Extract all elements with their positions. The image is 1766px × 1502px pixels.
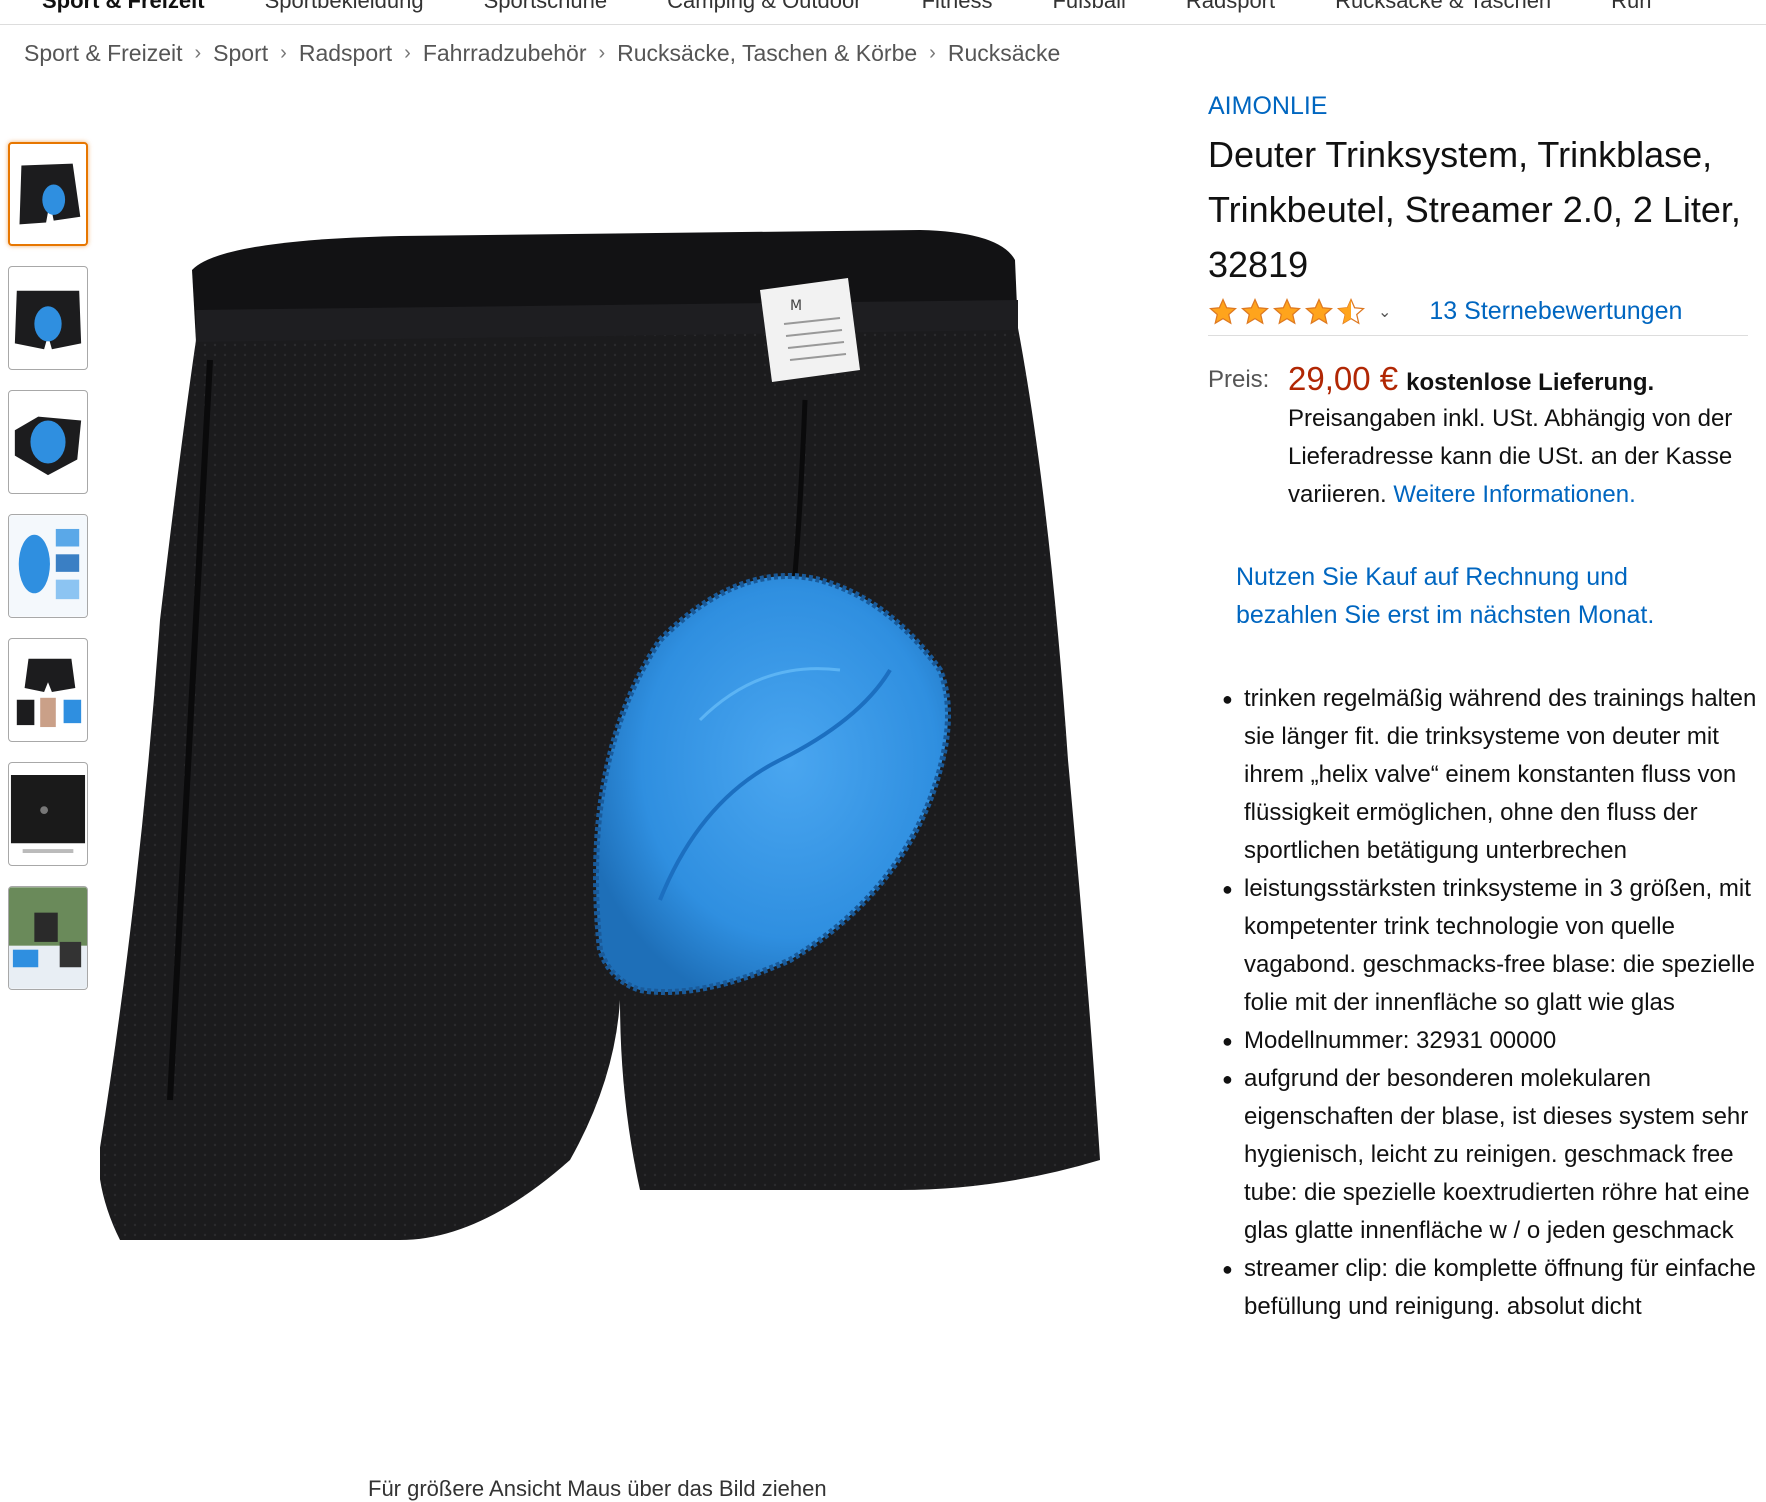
bullet-dot: ● (1222, 1031, 1233, 1051)
thumbnail-shorts-front[interactable] (8, 142, 88, 246)
bullet-dot: ● (1222, 1259, 1233, 1279)
ratings-count-link[interactable]: 13 Sternebewertungen (1429, 297, 1682, 326)
list-item: ● aufgrund der besonderen molekularen ei… (1222, 1060, 1762, 1250)
bullet-dot: ● (1222, 879, 1233, 899)
list-item: ● trinken regelmäßig während des trainin… (1222, 680, 1762, 870)
nav-item-fussball[interactable]: Fußball (1052, 0, 1125, 16)
product-info: AIMONLIE Deuter Trinksystem, Trinkblase,… (1208, 92, 1758, 1326)
breadcrumb-fahrradzubehoer[interactable]: Fahrradzubehör (423, 40, 587, 67)
nav-item-run[interactable]: Run (1611, 0, 1651, 16)
chevron-right-icon: › (598, 42, 606, 64)
price-block: Preis: 29,00 € kostenlose Lieferung. Pre… (1208, 360, 1758, 514)
star-icon (1208, 297, 1238, 325)
chevron-right-icon: › (194, 42, 202, 64)
nav-item-sportbekleidung[interactable]: Sportbekleidung (265, 0, 424, 16)
breadcrumb: Sport & Freizeit › Sport › Radsport › Fa… (24, 40, 1060, 67)
thumbnail-shorts-back[interactable] (8, 266, 88, 370)
bullet-dot: ● (1222, 689, 1233, 709)
nav-item-fitness[interactable]: Fitness (922, 0, 993, 16)
bullet-dot: ● (1222, 1069, 1233, 1089)
svg-text:M: M (790, 298, 802, 314)
more-info-link[interactable]: Weitere Informationen. (1393, 481, 1635, 508)
chevron-right-icon: › (404, 42, 411, 64)
thumbnail-strip (8, 142, 88, 1010)
breadcrumb-radsport[interactable]: Radsport (299, 40, 392, 67)
nav-item-camping-outdoor[interactable]: Camping & Outdoor (667, 0, 861, 16)
bullet-text: streamer clip: die komplette öffnung für… (1244, 1255, 1756, 1320)
zoom-hint: Für größere Ansicht Maus über das Bild z… (368, 1476, 827, 1501)
tax-note: Preisangaben inkl. USt. Abhängig von der… (1288, 400, 1748, 514)
list-item: ● leistungsstärksten trinksysteme in 3 g… (1222, 870, 1762, 1022)
nav-item-sport-freizeit[interactable]: Sport & Freizeit (42, 0, 205, 16)
bullet-text: trinken regelmäßig während des trainings… (1244, 685, 1757, 864)
nav-item-radsport[interactable]: Radsport (1186, 0, 1275, 16)
invoice-promo-link[interactable]: Nutzen Sie Kauf auf Rechnung und bezahle… (1236, 558, 1706, 634)
breadcrumb-rucksaecke-taschen-koerbe[interactable]: Rucksäcke, Taschen & Körbe (617, 40, 917, 67)
star-icon (1240, 297, 1270, 325)
chevron-right-icon: › (280, 42, 287, 64)
chevron-down-icon[interactable]: ⌄ (1378, 302, 1391, 322)
bullet-text: aufgrund der besonderen molekularen eige… (1244, 1065, 1750, 1244)
price-label: Preis: (1208, 366, 1270, 393)
thumbnail-pad-detail[interactable] (8, 514, 88, 618)
bullet-text: leistungsstärksten trinksysteme in 3 grö… (1244, 875, 1755, 1016)
list-item: ● streamer clip: die komplette öffnung f… (1222, 1250, 1762, 1326)
shipping-info: kostenlose Lieferung. (1406, 369, 1655, 396)
thumbnail-fabric-detail[interactable] (8, 762, 88, 866)
star-rating[interactable] (1208, 297, 1366, 327)
thumbnail-model-wearing[interactable] (8, 638, 88, 742)
nav-item-rucksaecke-taschen[interactable]: Rucksäcke & Taschen (1335, 0, 1551, 16)
main-product-image[interactable]: M (98, 200, 1140, 1340)
rating-row: ⌄ 13 Sternebewertungen (1208, 296, 1748, 336)
star-icon (1304, 297, 1334, 325)
price-value: 29,00 € (1288, 360, 1399, 397)
thumbnail-riding-scene[interactable] (8, 886, 88, 990)
list-item: ● Modellnummer: 32931 00000 (1222, 1022, 1762, 1060)
thumbnail-pad-closeup[interactable] (8, 390, 88, 494)
nav-item-sportschuhe[interactable]: Sportschuhe (484, 0, 608, 16)
breadcrumb-sport-freizeit[interactable]: Sport & Freizeit (24, 40, 183, 67)
bullet-text: Modellnummer: 32931 00000 (1244, 1027, 1557, 1054)
breadcrumb-rucksaecke[interactable]: Rucksäcke (948, 40, 1060, 67)
chevron-right-icon: › (929, 42, 936, 64)
star-icon (1272, 297, 1302, 325)
product-title: Deuter Trinksystem, Trinkblase, Trinkbeu… (1208, 134, 1741, 285)
star-half-icon (1336, 297, 1366, 325)
brand-link[interactable]: AIMONLIE (1208, 92, 1327, 121)
feature-bullets: ● trinken regelmäßig während des trainin… (1222, 680, 1762, 1326)
breadcrumb-sport[interactable]: Sport (213, 40, 268, 67)
category-nav: Sport & Freizeit Sportbekleidung Sportsc… (0, 0, 1766, 25)
